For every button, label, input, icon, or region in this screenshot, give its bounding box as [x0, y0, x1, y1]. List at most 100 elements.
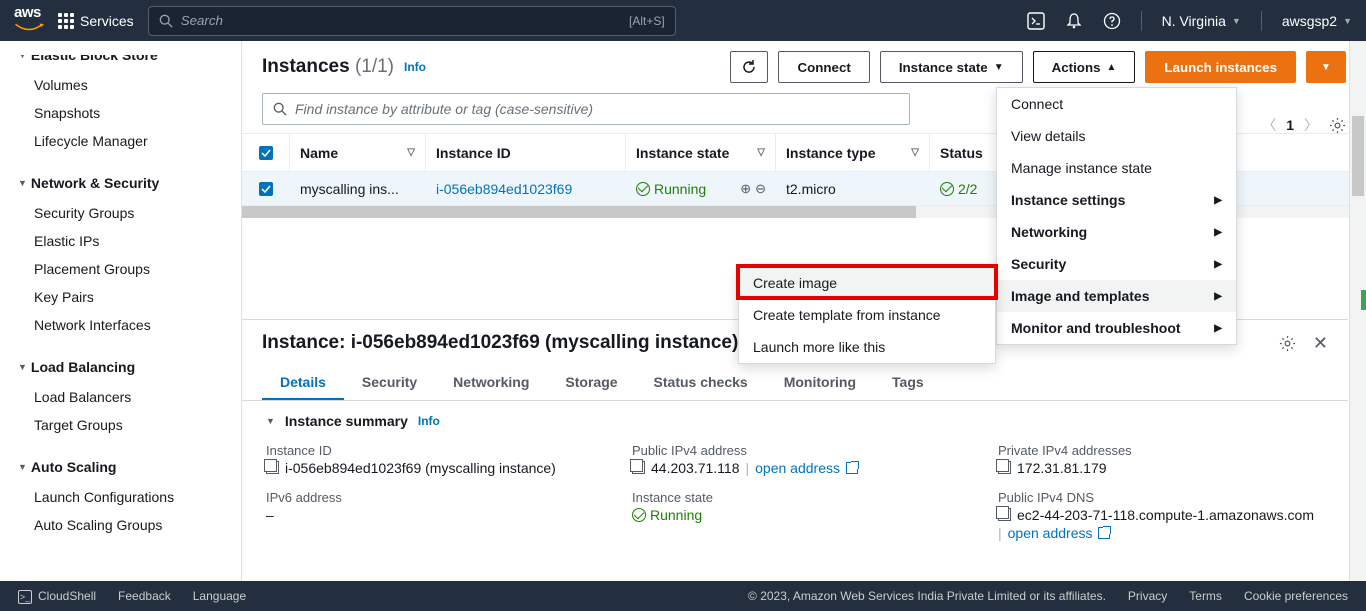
account-selector[interactable]: awsgsp2▼	[1282, 13, 1352, 29]
val-private-ipv4: 172.31.81.179	[1017, 460, 1107, 476]
actions-button[interactable]: Actions▲	[1033, 51, 1136, 83]
menu-view-details[interactable]: View details	[997, 120, 1236, 152]
tab-security[interactable]: Security	[344, 366, 435, 400]
chevron-right-icon: ▶	[1214, 323, 1222, 334]
sidebar-item-lc[interactable]: Launch Configurations	[0, 483, 241, 511]
pager-prev[interactable]: 〈	[1262, 115, 1276, 135]
tab-networking[interactable]: Networking	[435, 366, 547, 400]
zoom-in-icon[interactable]: ⊕	[740, 181, 751, 197]
sidebar-item-keypairs[interactable]: Key Pairs	[0, 283, 241, 311]
tab-tags[interactable]: Tags	[874, 366, 942, 400]
caret-down-icon[interactable]: ▼	[266, 416, 275, 426]
menu-manage-state[interactable]: Manage instance state	[997, 152, 1236, 184]
launch-instances-caret[interactable]: ▼	[1306, 51, 1346, 83]
scrollbar-thumb[interactable]	[242, 206, 916, 218]
col-id[interactable]: Instance ID	[426, 134, 626, 171]
submenu-create-image[interactable]: Create image	[739, 267, 995, 299]
sidebar-group-as[interactable]: ▼Auto Scaling	[0, 451, 241, 483]
copy-icon[interactable]	[998, 508, 1011, 521]
lbl-instance-id: Instance ID	[266, 443, 592, 458]
gear-icon[interactable]	[1279, 334, 1297, 352]
filter-input[interactable]	[295, 101, 899, 117]
copy-icon[interactable]	[998, 461, 1011, 474]
instance-state-button[interactable]: Instance state▼	[880, 51, 1023, 83]
close-icon[interactable]: ✕	[1313, 333, 1328, 354]
cell-state: Running	[636, 181, 706, 197]
menu-monitor[interactable]: Monitor and troubleshoot▶	[997, 312, 1236, 344]
menu-instance-settings[interactable]: Instance settings▶	[997, 184, 1236, 216]
zoom-out-icon[interactable]: ⊖	[755, 181, 766, 197]
help-icon[interactable]	[1103, 12, 1121, 30]
refresh-button[interactable]	[730, 51, 768, 83]
external-link-icon	[846, 462, 858, 474]
vertical-scrollbar[interactable]	[1349, 41, 1366, 581]
sidebar-item-tg[interactable]: Target Groups	[0, 411, 241, 439]
search-input[interactable]	[181, 13, 629, 28]
submenu-create-template[interactable]: Create template from instance	[739, 299, 995, 331]
feedback-link[interactable]: Feedback	[118, 589, 171, 603]
cloudshell-icon: >_	[18, 590, 32, 604]
cloudshell-icon[interactable]	[1027, 12, 1045, 30]
aws-logo[interactable]: aws	[14, 4, 44, 37]
select-all-checkbox[interactable]	[259, 146, 273, 160]
cell-name: myscalling ins...	[290, 181, 426, 197]
open-address-link[interactable]: open address	[755, 460, 840, 476]
privacy-link[interactable]: Privacy	[1128, 589, 1167, 603]
launch-instances-button[interactable]: Launch instances	[1145, 51, 1296, 83]
menu-security[interactable]: Security▶	[997, 248, 1236, 280]
sidebar-item-asg[interactable]: Auto Scaling Groups	[0, 511, 241, 539]
cookie-link[interactable]: Cookie preferences	[1244, 589, 1348, 603]
val-public-dns: ec2-44-203-71-118.compute-1.amazonaws.co…	[1017, 507, 1314, 523]
open-address-link[interactable]: open address	[1008, 525, 1093, 541]
scrollbar-thumb[interactable]	[1352, 116, 1364, 196]
search-icon	[273, 102, 287, 116]
services-menu[interactable]: Services	[58, 13, 134, 29]
sidebar-item-sg[interactable]: Security Groups	[0, 199, 241, 227]
sidebar-group-lb[interactable]: ▼Load Balancing	[0, 351, 241, 383]
tab-details[interactable]: Details	[262, 366, 344, 400]
col-state[interactable]: Instance state▽	[626, 134, 776, 171]
sidebar-item-eip[interactable]: Elastic IPs	[0, 227, 241, 255]
submenu-launch-more[interactable]: Launch more like this	[739, 331, 995, 363]
menu-connect[interactable]: Connect	[997, 88, 1236, 120]
check-icon	[940, 182, 954, 196]
gear-icon[interactable]	[1328, 116, 1346, 134]
sidebar-group-label: Auto Scaling	[31, 459, 117, 475]
sidebar-item-eni[interactable]: Network Interfaces	[0, 311, 241, 339]
col-type[interactable]: Instance type▽	[776, 134, 930, 171]
sidebar-item-volumes[interactable]: Volumes	[0, 71, 241, 99]
cell-type: t2.micro	[776, 181, 930, 197]
tab-status-checks[interactable]: Status checks	[636, 366, 766, 400]
region-selector[interactable]: N. Virginia▼	[1162, 13, 1241, 29]
row-checkbox[interactable]	[259, 182, 273, 196]
col-name[interactable]: Name▽	[290, 134, 426, 171]
info-link[interactable]: Info	[404, 60, 426, 74]
search-box[interactable]: [Alt+S]	[148, 6, 676, 36]
menu-networking[interactable]: Networking▶	[997, 216, 1236, 248]
tab-storage[interactable]: Storage	[547, 366, 635, 400]
actions-menu: Connect View details Manage instance sta…	[996, 87, 1237, 345]
language-link[interactable]: Language	[193, 589, 246, 603]
sidebar-group-label: Network & Security	[31, 175, 159, 191]
sort-icon: ▽	[407, 147, 415, 158]
copy-icon[interactable]	[632, 461, 645, 474]
notifications-icon[interactable]	[1065, 12, 1083, 30]
sidebar-group-ebs[interactable]: ▼Elastic Block Store	[0, 41, 241, 71]
menu-image-templates[interactable]: Image and templates▶	[997, 280, 1236, 312]
info-link[interactable]: Info	[418, 414, 440, 428]
cell-instance-id[interactable]: i-056eb894ed1023f69	[436, 181, 572, 197]
tab-monitoring[interactable]: Monitoring	[766, 366, 874, 400]
val-instance-state: Running	[632, 507, 702, 523]
cloudshell-link[interactable]: >_CloudShell	[18, 589, 96, 604]
pager-next[interactable]: 〉	[1304, 115, 1318, 135]
sidebar-item-placement[interactable]: Placement Groups	[0, 255, 241, 283]
connect-button[interactable]: Connect	[778, 51, 869, 83]
sidebar-item-snapshots[interactable]: Snapshots	[0, 99, 241, 127]
sidebar-group-network[interactable]: ▼Network & Security	[0, 167, 241, 199]
sidebar-item-lifecycle[interactable]: Lifecycle Manager	[0, 127, 241, 155]
copy-icon[interactable]	[266, 461, 279, 474]
terms-link[interactable]: Terms	[1189, 589, 1222, 603]
sidebar-item-lb[interactable]: Load Balancers	[0, 383, 241, 411]
filter-box[interactable]	[262, 93, 910, 125]
grid-icon	[58, 13, 74, 29]
